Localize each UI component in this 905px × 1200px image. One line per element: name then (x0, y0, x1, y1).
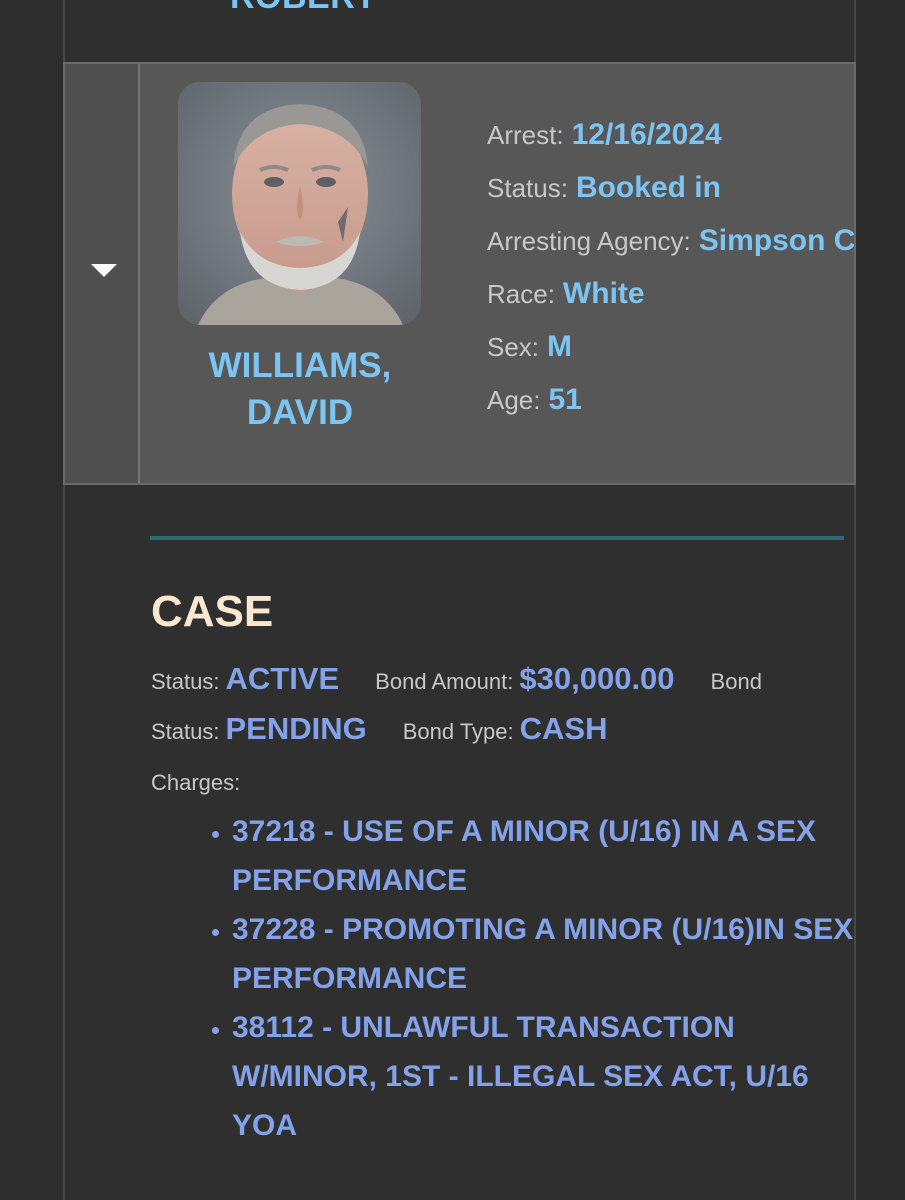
previous-record-row[interactable]: ROBERT (63, 0, 856, 62)
caret-down-icon (91, 264, 117, 277)
name-line-last: WILLIAMS, (208, 346, 392, 385)
charge-item: 37228 - PROMOTING A MINOR (U/16)IN SEX P… (232, 905, 862, 1003)
section-divider (150, 536, 844, 540)
detail-age: Age: 51 (487, 383, 854, 436)
left-gutter (0, 0, 63, 1200)
case-section: CASE Status: ACTIVE Bond Amount: $30,000.00… (140, 485, 854, 1200)
detail-arrest: Arrest: 12/16/2024 (487, 118, 854, 171)
previous-record-name: ROBERT (230, 0, 377, 17)
detail-value: 12/16/2024 (571, 118, 722, 151)
arrest-details: Arrest: 12/16/2024 Status: Booked in Arres… (487, 118, 856, 436)
charges-list: 37218 - USE OF A MINOR (U/16) IN A SEX P… (202, 807, 862, 1150)
charge-item: 37218 - USE OF A MINOR (U/16) IN A SEX P… (232, 807, 862, 905)
case-status-value: ACTIVE (225, 661, 340, 696)
charge-item: 38112 - UNLAWFUL TRANSACTION W/MINOR, 1S… (232, 1003, 862, 1150)
detail-label: Arrest: (487, 120, 564, 150)
case-status-label: Status: (151, 669, 220, 694)
bond-status-label-part2: Status: (151, 719, 220, 744)
expand-toggle-button[interactable] (65, 64, 140, 483)
detail-race: Race: White (487, 277, 854, 330)
bond-status-row: Status: PENDING Bond Type: CASH (151, 711, 607, 747)
bond-status-value: PENDING (225, 711, 367, 746)
detail-value: White (562, 277, 645, 310)
charges-label: Charges: (151, 770, 241, 795)
detail-value: 51 (548, 383, 582, 416)
detail-label: Race: (487, 279, 555, 309)
bond-amount-label: Bond Amount: (375, 669, 514, 694)
detail-status: Status: Booked in (487, 171, 854, 224)
detail-value: M (547, 330, 573, 363)
inmate-name[interactable]: WILLIAMS, DAVID (165, 342, 435, 436)
bond-type-label: Bond Type: (402, 719, 514, 744)
bond-status-label-part1: Bond (710, 669, 762, 694)
name-line-first: DAVID (246, 393, 354, 432)
bond-amount-value: $30,000.00 (519, 661, 675, 696)
detail-sex: Sex: M (487, 330, 854, 383)
detail-label: Age: (487, 385, 541, 415)
case-title: CASE (151, 587, 274, 636)
inmate-record-card[interactable]: WILLIAMS, DAVID Arrest: 12/16/2024 Status… (63, 62, 856, 485)
detail-label: Status: (487, 173, 568, 203)
detail-value: Booked in (575, 171, 721, 204)
case-status-row: Status: ACTIVE Bond Amount: $30,000.00 Bond (151, 661, 762, 697)
bond-type-value: CASH (519, 711, 608, 746)
right-gutter (856, 0, 905, 1200)
mugshot-photo (178, 82, 421, 325)
detail-value: Simpson C (698, 224, 856, 257)
detail-label: Arresting Agency: (487, 226, 691, 256)
detail-label: Sex: (487, 332, 540, 362)
detail-arresting-agency: Arresting Agency: Simpson C (487, 224, 856, 277)
